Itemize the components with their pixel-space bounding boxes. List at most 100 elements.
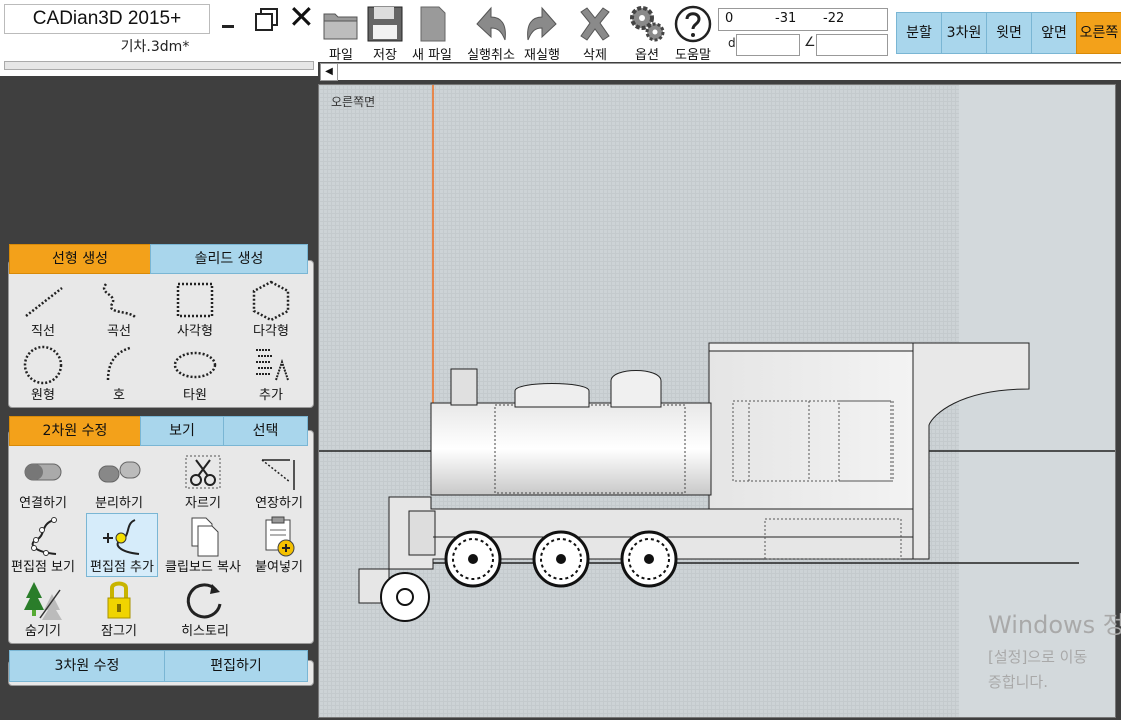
coord-y: -31 bbox=[775, 11, 797, 26]
redo-icon bbox=[527, 6, 557, 41]
curve-label: 곡선 bbox=[107, 324, 131, 339]
arc-label: 호 bbox=[113, 388, 125, 403]
copy-icon bbox=[191, 517, 219, 557]
paste-tool[interactable]: 붙여넣기 bbox=[244, 514, 314, 576]
delete-icon bbox=[580, 7, 610, 41]
add-point-tool[interactable]: 편집점 추가 bbox=[86, 513, 158, 577]
new-file-button[interactable]: 새 파일 bbox=[406, 2, 458, 63]
distance-input[interactable] bbox=[736, 34, 800, 56]
join-icon bbox=[24, 463, 62, 481]
save-button[interactable]: 저장 bbox=[362, 2, 408, 63]
copy-clipboard-tool[interactable]: 클립보드 복사 bbox=[165, 514, 241, 576]
angle-label: ∠ bbox=[804, 35, 816, 50]
polygon-tool[interactable]: 다각형 bbox=[236, 278, 306, 340]
file-label: 파일 bbox=[329, 48, 353, 63]
history-icon bbox=[186, 583, 222, 619]
new-file-icon bbox=[420, 6, 446, 42]
more-label: 추가 bbox=[259, 388, 283, 403]
trim-label: 자르기 bbox=[185, 496, 221, 511]
help-icon bbox=[674, 5, 712, 43]
hide-tool[interactable]: 숨기기 bbox=[8, 578, 78, 640]
tab-right-view[interactable]: 오른쪽 bbox=[1076, 12, 1121, 54]
extend-tool[interactable]: 연장하기 bbox=[244, 450, 314, 512]
options-label: 옵션 bbox=[635, 48, 659, 63]
tab-3d-edit[interactable]: 3차원 수정 bbox=[9, 650, 165, 682]
front-wheel bbox=[380, 572, 430, 622]
redo-label: 재실행 bbox=[524, 48, 560, 63]
tab-split-view[interactable]: 분할 bbox=[896, 12, 942, 54]
ellipse-tool[interactable]: 타원 bbox=[160, 342, 230, 404]
folder-icon bbox=[323, 13, 358, 40]
windows-activation-watermark: Windows 정 [설정]으로 이동 증합니다. bbox=[988, 605, 1121, 692]
split-tool[interactable]: 분리하기 bbox=[84, 450, 154, 512]
more-create-tool[interactable]: 추가 bbox=[236, 342, 306, 404]
view-scrollbar[interactable] bbox=[338, 63, 1121, 80]
watermark-title: Windows 정 bbox=[988, 611, 1121, 639]
arc-tool[interactable]: 호 bbox=[84, 342, 154, 404]
angle-input[interactable] bbox=[816, 34, 888, 56]
train-boiler bbox=[430, 402, 712, 496]
trim-tool[interactable]: 자르기 bbox=[168, 450, 238, 512]
rectangle-label: 사각형 bbox=[177, 324, 213, 339]
tab-editing[interactable]: 편집하기 bbox=[164, 650, 308, 682]
restore-button[interactable] bbox=[254, 6, 278, 31]
tab-select[interactable]: 선택 bbox=[223, 416, 308, 446]
tab-3d-view[interactable]: 3차원 bbox=[941, 12, 987, 54]
arc-icon bbox=[106, 346, 131, 381]
redo-button[interactable]: 재실행 bbox=[518, 2, 566, 63]
lock-label: 잠그기 bbox=[101, 624, 137, 639]
join-tool[interactable]: 연결하기 bbox=[8, 450, 78, 512]
delete-button[interactable]: 삭제 bbox=[572, 2, 618, 63]
coordinate-input[interactable]: 0 -31 -22 bbox=[718, 8, 888, 31]
delete-label: 삭제 bbox=[583, 48, 607, 63]
circle-tool[interactable]: 원형 bbox=[8, 342, 78, 404]
close-button[interactable]: ✕ bbox=[288, 1, 315, 33]
header-progress-bar bbox=[4, 61, 314, 70]
coord-z: -22 bbox=[823, 11, 845, 26]
add-point-label: 편집점 추가 bbox=[90, 560, 154, 575]
line-tool[interactable]: 직선 bbox=[8, 278, 78, 340]
tab-2d-edit[interactable]: 2차원 수정 bbox=[9, 416, 141, 446]
watermark-line2: [설정]으로 이동 bbox=[988, 648, 1088, 666]
help-label: 도움말 bbox=[675, 48, 711, 63]
paste-label: 붙여넣기 bbox=[255, 560, 303, 575]
train-wheel bbox=[620, 530, 678, 588]
file-name: 기차.3dm* bbox=[120, 39, 190, 55]
lock-tool[interactable]: 잠그기 bbox=[84, 578, 154, 640]
polygon-label: 다각형 bbox=[253, 324, 289, 339]
file-button[interactable]: 파일 bbox=[318, 2, 364, 63]
line-label: 직선 bbox=[31, 324, 55, 339]
tab-view[interactable]: 보기 bbox=[140, 416, 224, 446]
hide-icon bbox=[24, 582, 62, 620]
tab-solid-create[interactable]: 솔리드 생성 bbox=[150, 244, 308, 274]
more-icon bbox=[256, 349, 289, 381]
tab-line-create[interactable]: 선형 생성 bbox=[9, 244, 151, 274]
tab-top-view[interactable]: 윗면 bbox=[986, 12, 1032, 54]
split-icon bbox=[98, 461, 141, 483]
rectangle-icon bbox=[176, 282, 214, 318]
rectangle-tool[interactable]: 사각형 bbox=[160, 278, 230, 340]
undo-button[interactable]: 실행취소 bbox=[462, 2, 520, 63]
circle-label: 원형 bbox=[31, 388, 55, 403]
line-icon bbox=[25, 287, 63, 317]
polygon-icon bbox=[252, 280, 290, 322]
scroll-left-button[interactable]: ◀ bbox=[320, 63, 338, 81]
help-button[interactable]: 도움말 bbox=[670, 2, 716, 63]
hide-label: 숨기기 bbox=[25, 624, 61, 639]
scissors-icon bbox=[185, 455, 221, 489]
app-title: CADian3D 2015+ bbox=[4, 4, 210, 34]
show-points-tool[interactable]: 편집점 보기 bbox=[8, 514, 78, 576]
options-button[interactable]: 옵션 bbox=[624, 2, 670, 63]
minimize-button[interactable] bbox=[220, 4, 236, 32]
coord-x: 0 bbox=[725, 11, 734, 26]
show-points-label: 편집점 보기 bbox=[11, 560, 75, 575]
curve-tool[interactable]: 곡선 bbox=[84, 278, 154, 340]
floppy-icon bbox=[367, 6, 403, 42]
copy-label: 클립보드 복사 bbox=[165, 560, 241, 575]
gear-icon bbox=[630, 6, 665, 42]
train-wheel bbox=[444, 530, 502, 588]
curve-icon bbox=[102, 283, 137, 319]
train-wheel bbox=[532, 530, 590, 588]
history-tool[interactable]: 히스토리 bbox=[170, 578, 240, 640]
tab-front-view[interactable]: 앞면 bbox=[1031, 12, 1077, 54]
